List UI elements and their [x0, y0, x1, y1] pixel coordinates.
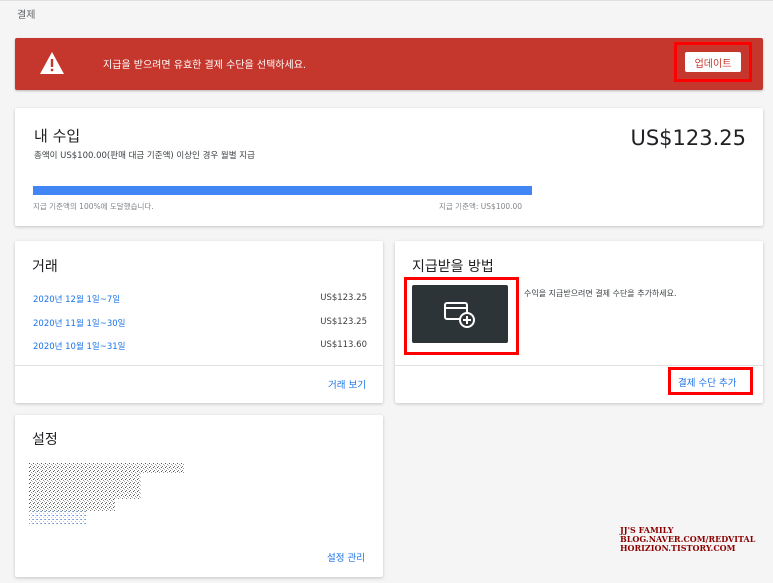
- payment-method-card: 지급받을 방법 수익을 지급받으려면 결제 수단을 추가하세요. 결제 수단 추…: [395, 241, 763, 403]
- transaction-period-link[interactable]: 2020년 12월 1일~7일: [33, 295, 120, 305]
- tile-highlight-box: [404, 277, 519, 355]
- card-divider: [395, 365, 763, 366]
- settings-card: 설정 설정 관리: [15, 415, 383, 577]
- earnings-amount: US$123.25: [630, 126, 746, 150]
- threshold-progress-fill: [33, 186, 532, 195]
- add-payment-tile[interactable]: [412, 285, 508, 343]
- blog-watermark: JJ'S FAMILY BLOG.NAVER.COM/REDVITAL HORI…: [620, 526, 755, 553]
- view-transactions-link[interactable]: 거래 보기: [328, 377, 366, 391]
- manage-settings-link[interactable]: 설정 관리: [327, 550, 365, 564]
- threshold-reached-text: 지급 기준액의 100%에 도달했습니다.: [33, 202, 154, 211]
- transaction-amount: US$123.25: [320, 317, 367, 327]
- threshold-progress-bar: [33, 186, 532, 195]
- add-button-highlight-box: 결제 수단 추가: [668, 367, 753, 395]
- transaction-amount: US$123.25: [320, 293, 367, 303]
- transactions-card: 거래 2020년 12월 1일~7일 US$123.25 2020년 11월 1…: [15, 241, 383, 403]
- transaction-amount: US$113.60: [320, 340, 367, 350]
- earnings-card: 내 수입 총액이 US$100.00(판매 대금 기준액) 이상인 경우 월별 …: [15, 108, 763, 226]
- transactions-title: 거래: [32, 259, 58, 275]
- payment-description: 수익을 지급받으려면 결제 수단을 추가하세요.: [524, 289, 677, 298]
- transaction-period-link[interactable]: 2020년 11월 1일~30일: [33, 319, 125, 329]
- add-card-icon: [444, 302, 475, 328]
- earnings-title: 내 수입: [34, 127, 81, 145]
- card-divider: [15, 365, 383, 366]
- transaction-period-link[interactable]: 2020년 10월 1일~31일: [33, 342, 125, 352]
- breadcrumb: 결제: [17, 10, 36, 21]
- threshold-amount-text: 지급 기준액: US$100.00: [439, 202, 523, 211]
- watermark-line: HORIZION.TISTORY.COM: [620, 543, 736, 553]
- top-divider: [0, 0, 773, 1]
- payment-alert-banner: 지급을 받으려면 유효한 결제 수단을 선택하세요. 업데이트: [15, 38, 763, 90]
- settings-title: 설정: [32, 432, 58, 448]
- earnings-subtitle: 총액이 US$100.00(판매 대금 기준액) 이상인 경우 월별 지급: [34, 151, 255, 161]
- update-highlight-box: 업데이트: [674, 42, 752, 82]
- redacted-info-image: [29, 463, 184, 525]
- transaction-row: 2020년 10월 1일~31일 US$113.60: [33, 340, 367, 354]
- warning-icon: [40, 52, 64, 74]
- transaction-row: 2020년 12월 1일~7일 US$123.25: [33, 293, 367, 307]
- add-payment-method-link[interactable]: 결제 수단 추가: [678, 375, 736, 389]
- update-button[interactable]: 업데이트: [685, 52, 741, 72]
- transaction-row: 2020년 11월 1일~30일 US$123.25: [33, 317, 367, 331]
- alert-message: 지급을 받으려면 유효한 결제 수단을 선택하세요.: [103, 60, 307, 71]
- payment-title: 지급받을 방법: [412, 259, 494, 275]
